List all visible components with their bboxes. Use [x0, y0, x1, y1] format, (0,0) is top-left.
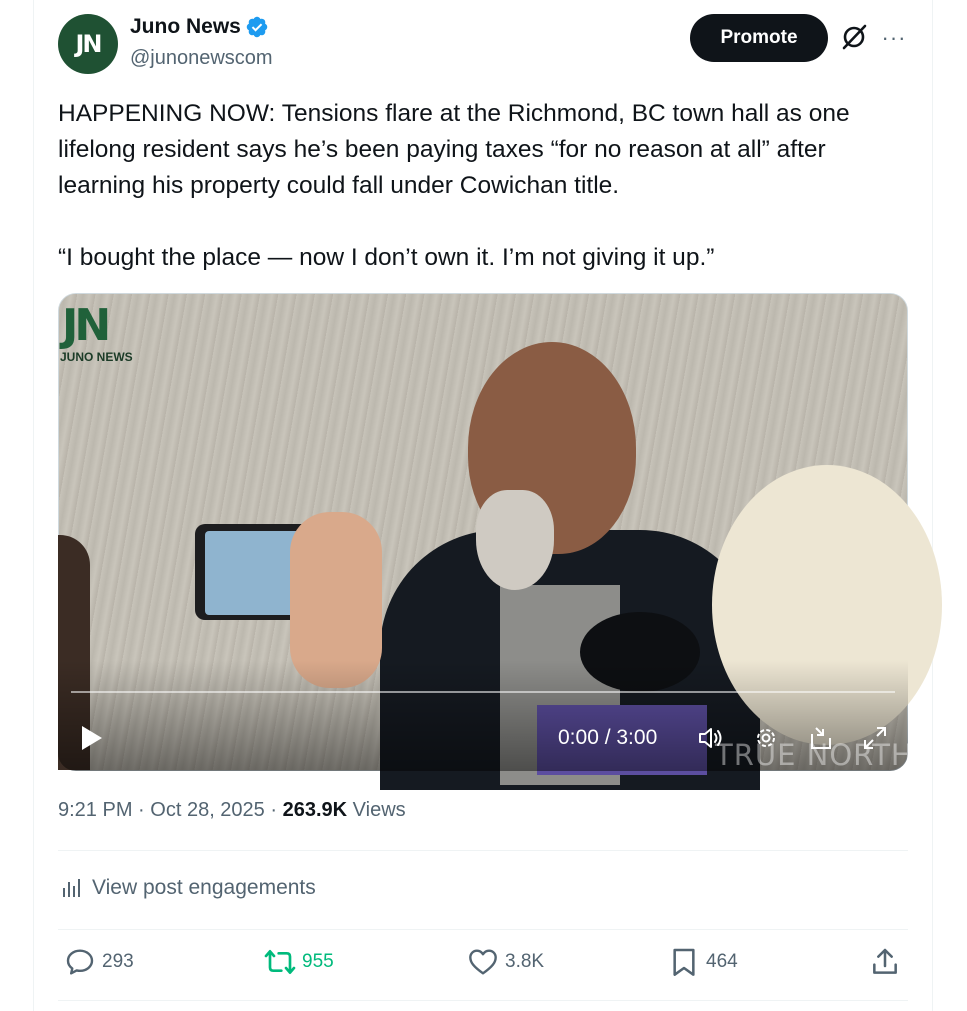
tweet-text: HAPPENING NOW: Tensions flare at the Ric… — [58, 96, 903, 276]
post-meta: 9:21 PM · Oct 28, 2025 · 263.9K Views — [58, 799, 406, 822]
tweet-paragraph-1: HAPPENING NOW: Tensions flare at the Ric… — [58, 100, 850, 199]
reply-count: 293 — [102, 951, 134, 972]
video-progress-bar[interactable] — [71, 691, 895, 693]
share-button[interactable] — [869, 946, 907, 978]
divider — [58, 929, 908, 930]
view-engagements-label: View post engagements — [92, 876, 316, 899]
like-button[interactable]: 3.8K — [467, 946, 544, 978]
fullscreen-icon[interactable] — [861, 724, 889, 752]
more-icon-dots: ··· — [881, 25, 907, 50]
post-date[interactable]: Oct 28, 2025 — [150, 799, 265, 821]
repost-count: 955 — [302, 951, 334, 972]
meta-separator: · — [138, 799, 145, 821]
share-icon — [873, 948, 897, 974]
avatar-logo: JN — [75, 30, 102, 58]
timeline-border-left — [33, 0, 34, 1011]
juno-watermark-label: JUNO NEWS — [60, 350, 133, 364]
juno-watermark-logo: JN — [62, 300, 111, 351]
views-count: 263.9K — [282, 799, 348, 821]
repost-button[interactable]: 955 — [264, 946, 334, 978]
bookmark-button[interactable]: 464 — [668, 946, 738, 978]
timeline-border-right — [932, 0, 933, 1011]
author-name-row[interactable]: Juno News — [130, 15, 269, 39]
verified-badge-icon[interactable] — [245, 15, 269, 39]
author-avatar[interactable]: JN — [58, 14, 118, 74]
video-speaker-beard — [476, 490, 554, 590]
meta-separator: · — [270, 799, 278, 821]
author-handle[interactable]: @junonewscom — [130, 47, 273, 70]
play-icon[interactable] — [80, 725, 104, 751]
like-count: 3.8K — [505, 951, 545, 972]
repost-icon — [264, 950, 296, 974]
grok-icon[interactable] — [839, 22, 869, 52]
tweet-paragraph-2: “I bought the place — now I don’t own it… — [58, 244, 715, 271]
bookmark-icon — [673, 948, 695, 976]
volume-icon[interactable] — [697, 724, 725, 752]
author-display-name[interactable]: Juno News — [130, 15, 241, 39]
analytics-icon — [63, 879, 80, 897]
divider — [58, 850, 908, 851]
pip-icon[interactable] — [808, 724, 836, 752]
promote-button[interactable]: Promote — [690, 14, 828, 62]
views-label: Views — [352, 799, 406, 821]
reply-button[interactable]: 293 — [64, 946, 134, 978]
bookmark-count: 464 — [706, 951, 738, 972]
view-engagements-link[interactable]: View post engagements — [60, 876, 316, 900]
heart-icon — [469, 949, 497, 975]
more-icon[interactable]: ··· — [880, 24, 908, 52]
divider — [58, 1000, 908, 1001]
settings-icon[interactable] — [752, 724, 780, 752]
reply-icon — [66, 949, 94, 975]
video-time-display: 0:00 / 3:00 — [558, 726, 658, 749]
post-time[interactable]: 9:21 PM — [58, 799, 132, 821]
